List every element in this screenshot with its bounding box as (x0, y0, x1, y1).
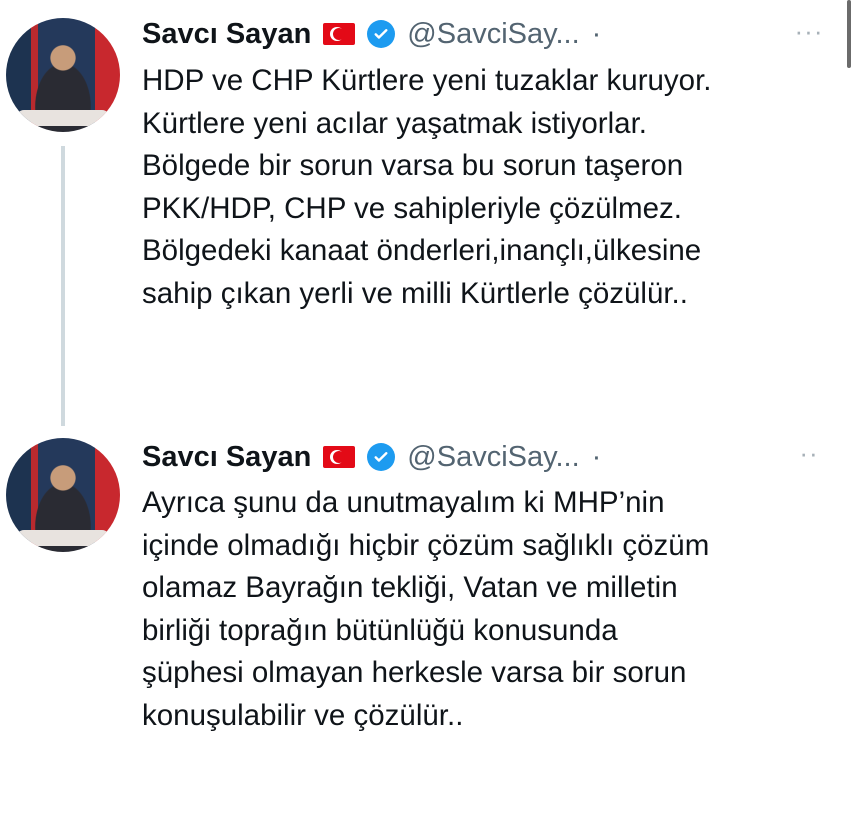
author-name[interactable]: Savcı Sayan (142, 18, 311, 51)
turkey-flag-icon (323, 23, 356, 45)
tweet-header: Savcı Sayan @SavciSay... · (142, 14, 601, 54)
tweet-2[interactable]: Savcı Sayan @SavciSay... · ·· Ayrıca şun… (0, 424, 853, 754)
tweet-1[interactable]: Savcı Sayan @SavciSay... · ··· HDP ve CH… (0, 0, 853, 426)
tweet-text: HDP ve CHP Kürtlere yeni tuzaklar kuruyo… (142, 64, 712, 310)
turkey-flag-icon (323, 446, 356, 468)
separator-dot: · (591, 440, 602, 473)
author-name[interactable]: Savcı Sayan (142, 441, 311, 474)
avatar[interactable] (6, 18, 120, 132)
author-handle[interactable]: @SavciSay... (407, 441, 579, 474)
tweet-header: Savcı Sayan @SavciSay... · (142, 437, 601, 477)
verified-badge-icon (367, 20, 396, 48)
separator-dot: · (591, 17, 602, 50)
author-handle[interactable]: @SavciSay... (407, 18, 579, 51)
tweet-text: Ayrıca şunu da unutmayalım ki MHP’nin iç… (142, 486, 710, 732)
avatar[interactable] (6, 438, 120, 552)
more-options-icon[interactable]: ··· (789, 16, 829, 46)
more-options-icon[interactable]: ·· (789, 438, 829, 468)
verified-badge-icon (367, 443, 396, 471)
thread-connector-line (61, 146, 65, 426)
